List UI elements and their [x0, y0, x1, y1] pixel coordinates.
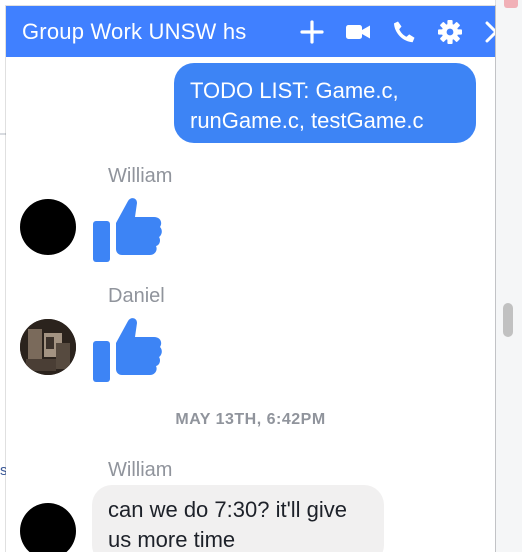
page-tab-edge [504, 0, 518, 8]
sender-name: William [108, 165, 173, 187]
sender-name: William [108, 459, 173, 481]
thumbs-up-icon [92, 315, 164, 385]
page-scrollbar-thumb[interactable] [503, 303, 513, 337]
chat-window: Group Work UNSW hs TODO LIST: Game.c, ru… [6, 6, 495, 552]
avatar[interactable] [20, 199, 76, 255]
timestamp-divider: MAY 13TH, 6:42PM [175, 411, 326, 428]
incoming-message[interactable]: can we do 7:30? it'll give us more time [92, 485, 384, 552]
message-text-line: can we do 7:30? it'll give [108, 497, 348, 522]
message-text-line: TODO LIST: Game.c, [190, 78, 399, 103]
chat-titlebar[interactable]: Group Work UNSW hs [6, 6, 495, 57]
avatar[interactable] [20, 319, 76, 375]
phone-icon[interactable] [391, 19, 417, 45]
thumbs-up-icon [92, 195, 164, 265]
chat-title[interactable]: Group Work UNSW hs [22, 19, 280, 45]
outgoing-message[interactable]: TODO LIST: Game.c, runGame.c, testGame.c [174, 63, 476, 143]
message-text-line: us more time [108, 527, 236, 552]
sender-name: Daniel [108, 285, 165, 307]
gear-icon[interactable] [437, 19, 463, 45]
video-camera-icon[interactable] [345, 19, 371, 45]
background-page-right-edge [495, 0, 522, 552]
plus-icon[interactable] [299, 19, 325, 45]
avatar-photo [20, 319, 76, 375]
avatar[interactable] [20, 503, 76, 552]
message-text-line: runGame.c, testGame.c [190, 108, 424, 133]
close-icon[interactable] [483, 19, 495, 45]
message-list: TODO LIST: Game.c, runGame.c, testGame.c… [6, 57, 495, 552]
